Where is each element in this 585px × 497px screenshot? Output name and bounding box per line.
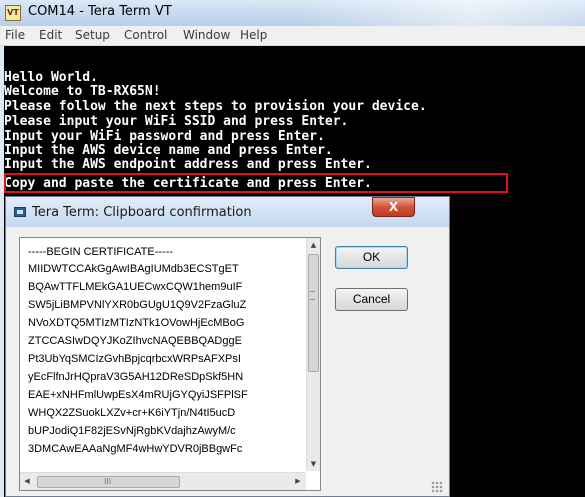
teraterm-app-icon[interactable]: VT [5,5,21,21]
certificate-line: WHQX2ZSuokLXZv+cr+K6iYTjn/N4tI5ucD [28,407,236,419]
highlight-box [4,173,508,193]
vertical-scroll-thumb[interactable] [308,254,319,372]
scroll-left-arrow-icon[interactable]: ◀ [20,473,34,490]
certificate-line: SW5jLiBMPVNlYXR0bGUgU1Q9V2FzaGluZ [28,299,247,311]
terminal-line: Please follow the next steps to provisio… [4,99,427,114]
dialog-title: Tera Term: Clipboard confirmation [32,205,252,220]
certificate-line: yEcFlfnJrHQpraV3G5AH12DReSDpSkf5HN [28,371,244,383]
certificate-line: ZTCCASIwDQYJKoZIhvcNAQEBBQADggE [28,335,242,347]
scroll-up-arrow-icon[interactable]: ▲ [307,238,320,252]
window-icon [14,207,26,217]
menu-bar: File Edit Setup Control Window Help [0,26,585,46]
scroll-right-arrow-icon[interactable]: ▶ [291,473,305,490]
menu-control[interactable]: Control [124,28,167,42]
certificate-line: NVoXDTQ5MTIzMTIzNTk1OVowHjEcMBoG [28,317,245,329]
scroll-down-arrow-icon[interactable]: ▼ [307,457,320,471]
vertical-scrollbar[interactable]: ▲ ▼ [306,238,320,471]
clipboard-confirmation-dialog: Tera Term: Clipboard confirmation X ----… [5,196,450,497]
window-title: COM14 - Tera Term VT [28,4,172,19]
certificate-line: BQAwTTFLMEkGA1UECwxCQW1hem9uIF [28,281,243,293]
ok-button[interactable]: OK [335,246,408,269]
terminal-line: Input your WiFi password and press Enter… [4,129,325,144]
certificate-line: MIIDWTCCAkGgAwIBAgIUMdb3ECSTgET [28,263,239,275]
cancel-button[interactable]: Cancel [335,288,408,311]
certificate-textarea[interactable]: -----BEGIN CERTIFICATE----- MIIDWTCCAkGg… [19,237,321,491]
menu-edit[interactable]: Edit [39,28,62,42]
certificate-line: -----BEGIN CERTIFICATE----- [28,246,174,258]
terminal-line: Welcome to TB-RX65N! [4,84,161,99]
titlebar-glass-decoration [300,0,585,26]
certificate-line: bUPJodiQ1F82jESvNjRgbKVdajhzAwyM/c [28,425,236,437]
terminal-line: Please input your WiFi SSID and press En… [4,114,349,129]
horizontal-scroll-thumb[interactable]: III [37,476,180,488]
dialog-titlebar[interactable]: Tera Term: Clipboard confirmation X [6,197,449,227]
terminal-line: Input the AWS device name and press Ente… [4,143,333,158]
resize-grip-icon[interactable] [431,481,443,493]
certificate-line: 3DMCAwEAAaNgMF4wHwYDVR0jBBgwFc [28,443,243,455]
certificate-line: Pt3UbYqSMCIzGvhBpjcqrbcxWRPsAFXPsI [28,353,241,365]
menu-help[interactable]: Help [240,28,267,42]
close-button[interactable]: X [372,197,415,217]
terminal-line: Hello World. [4,70,98,85]
menu-window[interactable]: Window [183,28,230,42]
menu-setup[interactable]: Setup [75,28,110,42]
horizontal-scrollbar[interactable]: ◀ III ▶ [20,472,306,490]
menu-file[interactable]: File [5,28,25,42]
terminal-line: Input the AWS endpoint address and press… [4,157,372,172]
scroll-grip-icon [310,291,315,300]
main-titlebar[interactable]: VT COM14 - Tera Term VT [0,0,585,26]
certificate-line: EAE+xNHFmlUwpEsX4mRUjGYQyiJSFPlSF [28,389,248,401]
scroll-grip-icon: III [104,477,112,486]
